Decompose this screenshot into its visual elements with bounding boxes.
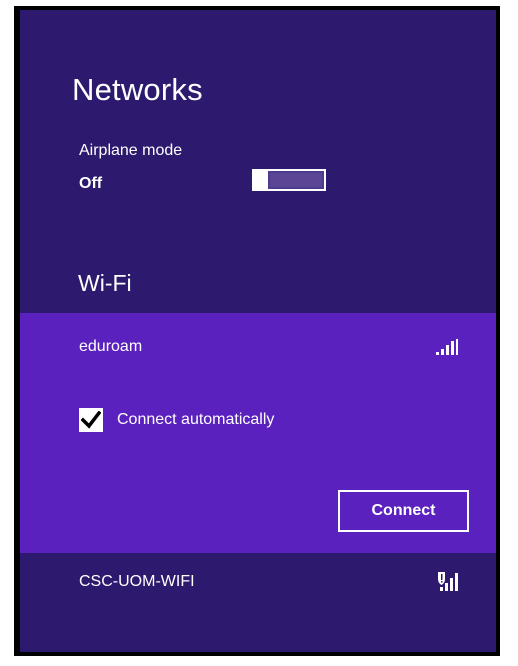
connect-automatically-label: Connect automatically (117, 411, 275, 428)
network-item-eduroam[interactable]: eduroam Connect automatically Connect (20, 313, 496, 553)
connect-automatically-row[interactable]: Connect automatically (79, 408, 274, 432)
signal-strength-icon (436, 339, 458, 355)
toggle-track (270, 173, 322, 187)
network-name: CSC-UOM-WIFI (79, 573, 195, 590)
network-item-csc-uom-wifi[interactable]: CSC-UOM-WIFI (20, 553, 496, 613)
airplane-mode-state: Off (79, 175, 103, 192)
airplane-mode-toggle[interactable] (252, 169, 326, 191)
toggle-thumb (254, 171, 268, 189)
panel-title: Networks (72, 72, 203, 107)
connect-button[interactable]: Connect (338, 490, 469, 532)
airplane-mode-label: Airplane mode (79, 142, 183, 159)
network-name: eduroam (79, 338, 143, 355)
connect-automatically-checkbox[interactable] (79, 408, 103, 432)
checkmark-icon (81, 411, 101, 429)
networks-panel: Networks Airplane mode Off Wi-Fi eduroam… (20, 10, 496, 652)
signal-strength-secured-icon (438, 572, 458, 591)
wifi-section-header: Wi-Fi (78, 270, 132, 296)
